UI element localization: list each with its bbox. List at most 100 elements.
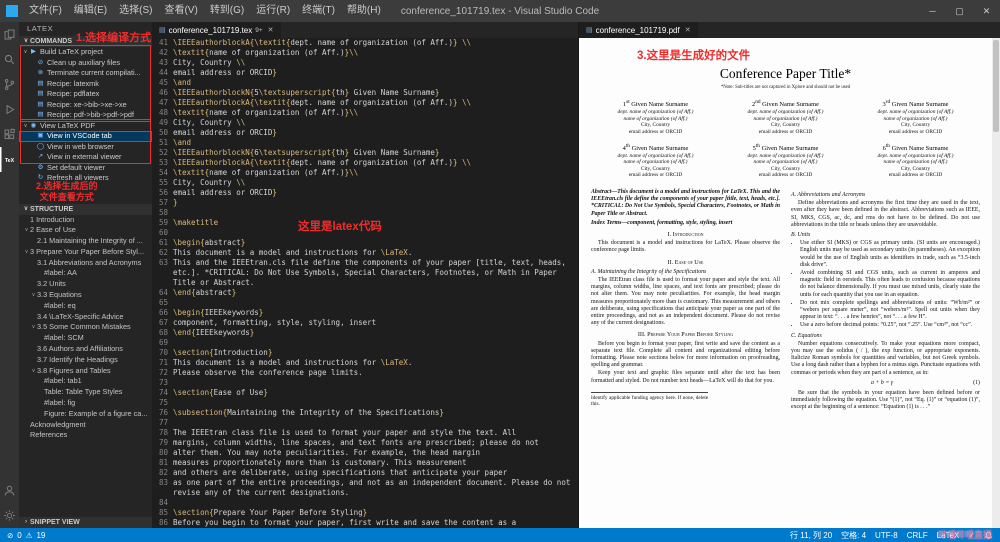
code-line[interactable]: 57}	[152, 198, 578, 208]
status-item[interactable]: CRLF	[907, 531, 928, 540]
code-line[interactable]: 72 Please observe the conference page lim…	[152, 368, 578, 378]
code-line[interactable]: 46 \IEEEauthorblockN{5\textsuperscript{th…	[152, 88, 578, 98]
code-line[interactable]: 41 \IEEEauthorblockA{\textit{dept. name o…	[152, 38, 578, 48]
outline-item[interactable]: 3.1 Abbreviations and Acronyms	[19, 258, 152, 269]
status-item[interactable]: 空格: 4	[841, 530, 866, 541]
outline-item[interactable]: 3.4 \LaTeX-Specific Advice	[19, 312, 152, 323]
menu-item[interactable]: 选择(S)	[113, 0, 158, 22]
status-item[interactable]: ✓	[968, 531, 975, 540]
maximize-icon[interactable]: ▢	[946, 0, 973, 22]
outline-item[interactable]: 3.2 Units	[19, 279, 152, 290]
outline-item[interactable]: 1 Introduction	[19, 215, 152, 226]
tab-conference-tex[interactable]: ▤ conference_101719.tex 9+ ✕	[152, 22, 282, 38]
code-editor[interactable]: 41 \IEEEauthorblockA{\textit{dept. name o…	[152, 38, 578, 528]
code-line[interactable]: 84	[152, 498, 578, 508]
sidebar-command[interactable]: ↗ View in external viewer	[19, 152, 152, 163]
code-line[interactable]: 79 margins, column widths, line spaces, a…	[152, 438, 578, 448]
outline-item[interactable]: #label: SCM	[19, 333, 152, 344]
latex-workshop-icon[interactable]: TeX	[0, 147, 19, 172]
code-line[interactable]: 71 This document is a model and instructi…	[152, 358, 578, 368]
close-icon[interactable]: ✕	[268, 26, 274, 34]
source-control-icon[interactable]	[0, 72, 19, 97]
code-line[interactable]: 81 measures proportionately more than is …	[152, 458, 578, 468]
structure-section-header[interactable]: ∨ STRUCTURE	[19, 203, 152, 215]
code-line[interactable]: 51 \and	[152, 138, 578, 148]
code-line[interactable]: 49 City, Country \\	[152, 118, 578, 128]
commands-section-header[interactable]: ∨ COMMANDS	[19, 36, 152, 47]
code-line[interactable]: 82 and others are deliberate, using speci…	[152, 468, 578, 478]
code-line[interactable]: 54 \textit{name of organization (of Aff.)…	[152, 168, 578, 178]
code-line[interactable]: 42 \textit{name of organization (of Aff.)…	[152, 48, 578, 58]
menu-item[interactable]: 编辑(E)	[68, 0, 113, 22]
outline-item[interactable]: #label: fig	[19, 398, 152, 409]
code-line[interactable]: 43 City, Country \\	[152, 58, 578, 68]
code-line[interactable]: 63 This and the IEEEtran.cls file define …	[152, 258, 578, 288]
code-line[interactable]: 45 \and	[152, 78, 578, 88]
outline-item[interactable]: ∨ 3.8 Figures and Tables	[19, 366, 152, 377]
menu-item[interactable]: 帮助(H)	[341, 0, 387, 22]
outline-item[interactable]: Figure: Example of a figure ca...	[19, 409, 152, 420]
close-icon[interactable]: ✕	[685, 26, 691, 34]
code-line[interactable]: 58	[152, 208, 578, 218]
outline-item[interactable]: Acknowledgment	[19, 420, 152, 431]
code-line[interactable]: 60	[152, 228, 578, 238]
code-line[interactable]: 75	[152, 398, 578, 408]
outline-item[interactable]: 2.1 Maintaining the Integrity of ...	[19, 236, 152, 247]
extensions-icon[interactable]	[0, 122, 19, 147]
sidebar-command[interactable]: ⚙ Set default viewer	[19, 163, 152, 174]
status-item[interactable]: 行 11, 列 20	[790, 530, 832, 541]
code-line[interactable]: 62 This document is a model and instructi…	[152, 248, 578, 258]
problems-status[interactable]: ⊘ 0 ⚠ 19	[7, 531, 45, 540]
code-line[interactable]: 85 \section{Prepare Your Paper Before Sty…	[152, 508, 578, 518]
sidebar-command[interactable]: ▤ Recipe: latexmk	[19, 79, 152, 90]
code-line[interactable]: 61 \begin{abstract}	[152, 238, 578, 248]
menu-item[interactable]: 查看(V)	[158, 0, 203, 22]
code-line[interactable]: 48 \textit{name of organization (of Aff.)…	[152, 108, 578, 118]
explorer-icon[interactable]	[0, 22, 19, 47]
scrollbar-thumb[interactable]	[993, 40, 999, 132]
menu-item[interactable]: 终端(T)	[296, 0, 341, 22]
code-line[interactable]: 78 The IEEEtran class file is used to for…	[152, 428, 578, 438]
sidebar-command[interactable]: ▣ View in VSCode tab	[19, 131, 152, 142]
sidebar-command[interactable]: ◯ View in web browser	[19, 142, 152, 153]
sidebar-command[interactable]: ⊘ Clean up auxiliary files	[19, 58, 152, 69]
search-icon[interactable]	[0, 47, 19, 72]
menu-item[interactable]: 运行(R)	[250, 0, 296, 22]
code-line[interactable]: 69	[152, 338, 578, 348]
minimize-icon[interactable]: ─	[919, 0, 946, 22]
code-line[interactable]: 77	[152, 418, 578, 428]
code-line[interactable]: 44 email address or ORCID}	[152, 68, 578, 78]
outline-item[interactable]: 3.6 Authors and Affiliations	[19, 344, 152, 355]
code-line[interactable]: 83 as one part of the entire proceedings,…	[152, 478, 578, 498]
menu-item[interactable]: 文件(F)	[23, 0, 68, 22]
outline-item[interactable]: ∨ 3.3 Equations	[19, 290, 152, 301]
tab-conference-pdf[interactable]: ▤ conference_101719.pdf ✕	[579, 22, 699, 38]
code-line[interactable]: 59 \maketitle	[152, 218, 578, 228]
outline-item[interactable]: ∨ 3.5 Some Common Mistakes	[19, 322, 152, 333]
code-line[interactable]: 68 \end{IEEEkeywords}	[152, 328, 578, 338]
close-icon[interactable]: ✕	[973, 0, 1000, 22]
code-line[interactable]: 67 component, formatting, style, styling,…	[152, 318, 578, 328]
code-line[interactable]: 70 \section{Introduction}	[152, 348, 578, 358]
code-line[interactable]: 73	[152, 378, 578, 388]
menu-item[interactable]: 转到(G)	[204, 0, 250, 22]
outline-item[interactable]: #label: AA	[19, 268, 152, 279]
code-line[interactable]: 65	[152, 298, 578, 308]
sidebar-command[interactable]: ▤ Recipe: pdf->bib->pdf->pdf	[19, 110, 152, 121]
code-line[interactable]: 66 \begin{IEEEkeywords}	[152, 308, 578, 318]
code-line[interactable]: 74 \section{Ease of Use}	[152, 388, 578, 398]
outline-item[interactable]: ∨ 3 Prepare Your Paper Before Styl...	[19, 247, 152, 258]
outline-item[interactable]: 3.7 Identify the Headings	[19, 355, 152, 366]
code-line[interactable]: 52 \IEEEauthorblockN{6\textsuperscript{th…	[152, 148, 578, 158]
account-icon[interactable]	[0, 478, 19, 503]
outline-item[interactable]: Table: Table Type Styles	[19, 387, 152, 398]
outline-item[interactable]: ∨ 2 Ease of Use	[19, 225, 152, 236]
notifications-bell-icon[interactable]	[984, 531, 993, 540]
code-line[interactable]: 56 email address or ORCID}	[152, 188, 578, 198]
outline-item[interactable]: References	[19, 430, 152, 441]
status-item[interactable]: UTF-8	[875, 531, 898, 540]
settings-gear-icon[interactable]	[0, 503, 19, 528]
snippet-section-header[interactable]: › SNIPPET VIEW	[19, 517, 152, 528]
sidebar-command[interactable]: ⊗ Terminate current compilati...	[19, 68, 152, 79]
outline-item[interactable]: #label: tab1	[19, 376, 152, 387]
